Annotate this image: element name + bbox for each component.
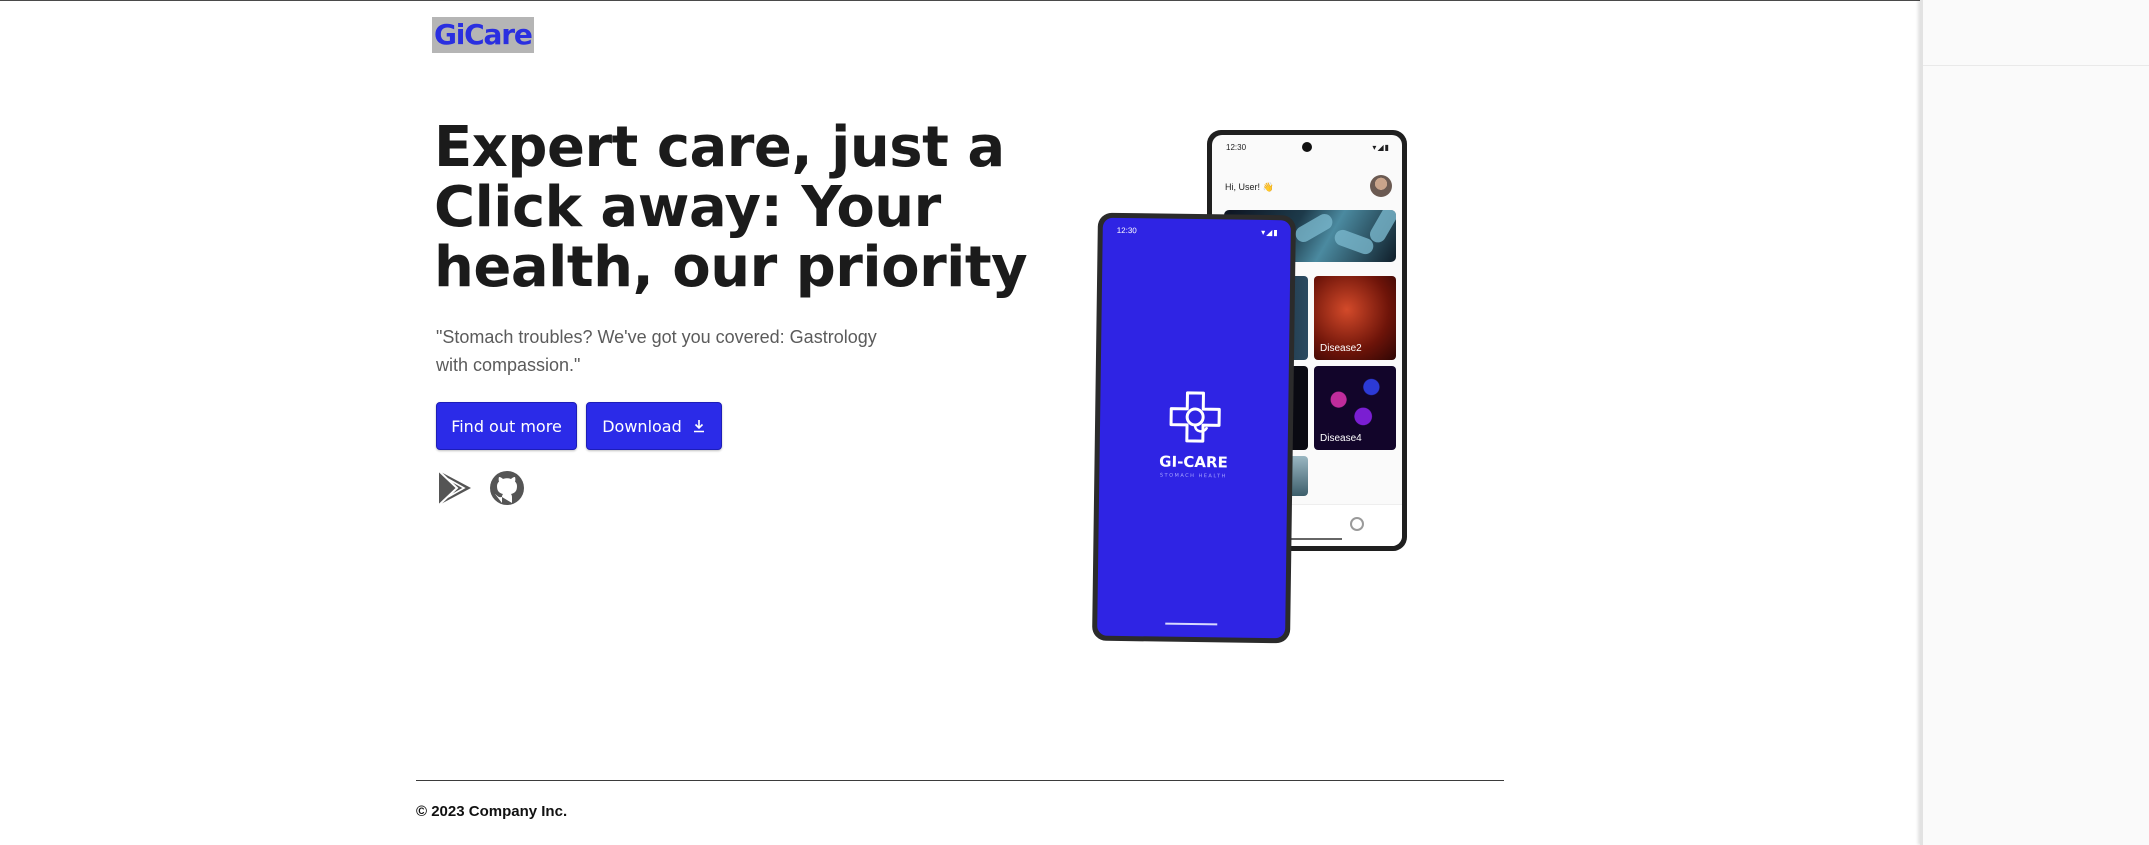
avatar: [1370, 175, 1392, 197]
status-time: 12:30: [1116, 225, 1137, 236]
disease-tile: Disease4: [1314, 366, 1396, 450]
find-out-more-label: Find out more: [451, 416, 562, 436]
hero-title: Expert care, just a Click away: Your hea…: [434, 118, 1054, 298]
logo[interactable]: GiCare: [432, 17, 534, 53]
find-out-more-button[interactable]: Find out more: [436, 402, 577, 450]
side-panel-divider: [1923, 65, 2149, 66]
github-icon[interactable]: [489, 469, 525, 507]
footer-copyright: © 2023 Company Inc.: [416, 803, 568, 820]
side-panel: [1920, 0, 2149, 845]
hero-subtitle: "Stomach troubles? We've got you covered…: [436, 323, 906, 379]
camera-icon: [1302, 142, 1312, 152]
splash-screen: 12:30 ▾◢▮ GI-CARE STOMACH HEALTH: [1097, 217, 1291, 639]
disease-tile-label: Disease4: [1320, 433, 1362, 444]
top-border: [0, 0, 1920, 1]
footer-divider: [416, 780, 1504, 781]
status-time: 12:30: [1226, 143, 1247, 152]
hero-title-line: Expert care, just a: [434, 115, 1005, 180]
status-icons: ▾◢▮: [1261, 227, 1279, 238]
phone-mockup-front: 12:30 ▾◢▮ GI-CARE STOMACH HEALTH: [1092, 212, 1296, 644]
home-indicator: [1165, 622, 1218, 626]
greeting: Hi, User! 👋: [1225, 182, 1274, 192]
gear-icon: [1350, 517, 1364, 531]
disease-tile-label: Disease2: [1320, 343, 1362, 354]
brand-tagline: STOMACH HEALTH: [1159, 472, 1227, 480]
brand-name: GI-CARE: [1159, 452, 1228, 472]
hero-title-line: Click away: Your: [434, 175, 941, 240]
download-button[interactable]: Download: [586, 402, 722, 450]
hero-subtitle-line: "Stomach troubles? We've got you covered…: [436, 327, 877, 347]
google-play-icon[interactable]: [437, 469, 473, 507]
hero-title-line: health, our priority: [434, 235, 1028, 300]
hero-subtitle-line: with compassion.": [436, 355, 581, 375]
disease-tile: Disease2: [1314, 276, 1396, 360]
brand-cross-icon: [1169, 391, 1221, 443]
status-icons: ▾◢▮: [1372, 143, 1390, 152]
download-icon: [693, 420, 704, 433]
download-label: Download: [602, 416, 682, 436]
